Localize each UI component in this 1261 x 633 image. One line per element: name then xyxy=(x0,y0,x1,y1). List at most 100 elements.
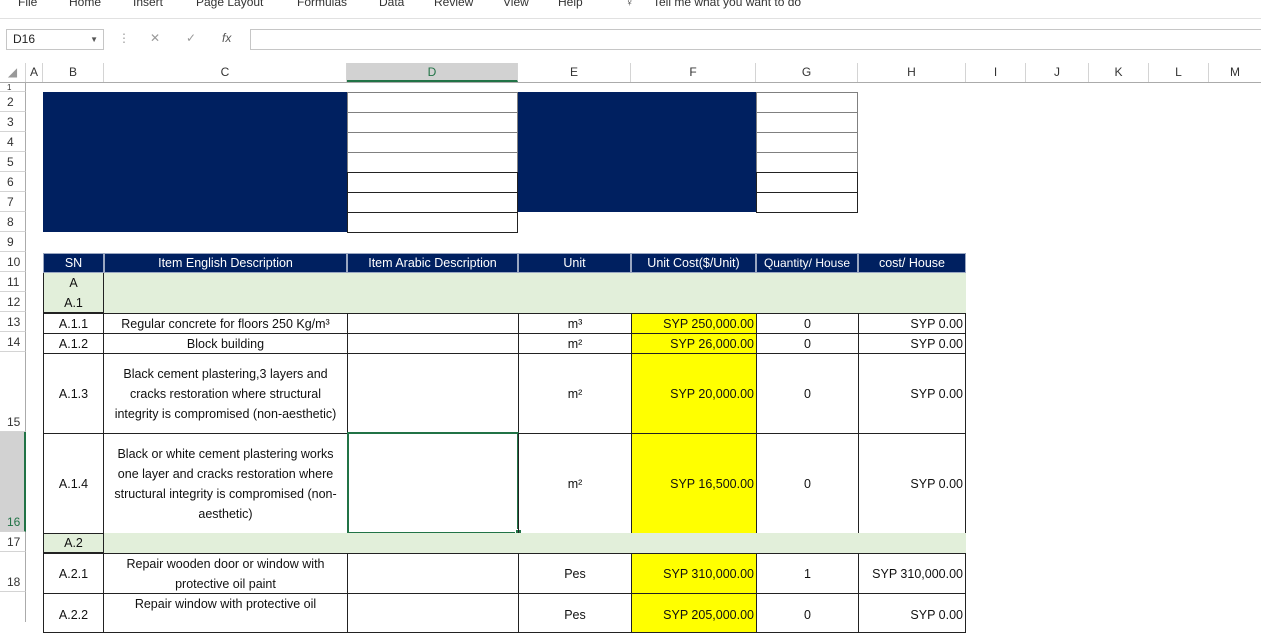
header-box-d6[interactable] xyxy=(347,172,518,193)
col-header-a[interactable]: A xyxy=(26,63,43,82)
table-row-a13-unit[interactable]: m² xyxy=(518,353,632,434)
table-row-a11-cost[interactable]: SYP 250,000.00 xyxy=(631,313,757,334)
select-all-corner[interactable]: ◢ xyxy=(0,63,26,82)
col-header-b[interactable]: B xyxy=(43,63,104,82)
row-header-12[interactable]: 12 xyxy=(0,292,26,312)
row-header-3[interactable]: 3 xyxy=(0,112,26,132)
table-row-a14-cost[interactable]: SYP 16,500.00 xyxy=(631,433,757,534)
table-row-a13-sn[interactable]: A.1.3 xyxy=(43,353,104,434)
table-row-a21-total[interactable]: SYP 310,000.00 xyxy=(858,553,966,594)
section-a1-band[interactable] xyxy=(104,293,966,313)
header-box-d3[interactable] xyxy=(347,112,518,133)
row-header-8[interactable]: 8 xyxy=(0,212,26,232)
col-header-i[interactable]: I xyxy=(966,63,1026,82)
header-block-left-navy[interactable] xyxy=(43,92,347,232)
cancel-icon[interactable]: ✕ xyxy=(150,31,160,45)
row-header-16[interactable]: 16 xyxy=(0,432,26,532)
tab-page-layout[interactable]: Page Layout xyxy=(196,0,263,9)
row-header-19[interactable] xyxy=(0,592,26,622)
table-row-a14-unit[interactable]: m² xyxy=(518,433,632,534)
col-header-j[interactable]: J xyxy=(1026,63,1089,82)
col-header-d[interactable]: D xyxy=(347,63,518,82)
table-row-a12-total[interactable]: SYP 0.00 xyxy=(858,333,966,354)
table-row-a11-qty[interactable]: 0 xyxy=(756,313,859,334)
row-header-4[interactable]: 4 xyxy=(0,132,26,152)
col-header-e[interactable]: E xyxy=(518,63,631,82)
tab-file[interactable]: File xyxy=(18,0,37,9)
col-header-l[interactable]: L xyxy=(1149,63,1209,82)
tab-view[interactable]: View xyxy=(503,0,529,9)
header-box-g7[interactable] xyxy=(756,192,858,213)
table-row-a22-desc[interactable]: Repair window with protective oil xyxy=(103,593,348,633)
row-header-6[interactable]: 6 xyxy=(0,172,26,192)
table-row-a12-desc[interactable]: Block building xyxy=(103,333,348,354)
table-row-a13-total[interactable]: SYP 0.00 xyxy=(858,353,966,434)
name-box[interactable]: D16 ▼ xyxy=(6,29,104,50)
col-header-k[interactable]: K xyxy=(1089,63,1149,82)
col-header-g[interactable]: G xyxy=(756,63,858,82)
table-row-a12-unit[interactable]: m² xyxy=(518,333,632,354)
table-row-a21-qty[interactable]: 1 xyxy=(756,553,859,594)
row-header-15[interactable]: 15 xyxy=(0,352,26,432)
table-row-a13-qty[interactable]: 0 xyxy=(756,353,859,434)
header-box-d5[interactable] xyxy=(347,152,518,173)
row-header-13[interactable]: 13 xyxy=(0,312,26,332)
header-box-d7[interactable] xyxy=(347,192,518,213)
row-header-17[interactable]: 17 xyxy=(0,532,26,552)
section-a-band[interactable] xyxy=(104,273,966,293)
table-row-a21-cost[interactable]: SYP 310,000.00 xyxy=(631,553,757,594)
header-block-right-navy[interactable] xyxy=(518,92,756,212)
table-row-a21-desc[interactable]: Repair wooden door or window with protec… xyxy=(103,553,348,594)
row-header-10[interactable]: 10 xyxy=(0,252,26,272)
header-box-g5[interactable] xyxy=(756,152,858,173)
section-a2-band[interactable] xyxy=(104,533,966,553)
tab-data[interactable]: Data xyxy=(379,0,404,9)
table-row-a22-arabic[interactable] xyxy=(347,593,519,633)
table-row-a13-desc[interactable]: Black cement plastering,3 layers and cra… xyxy=(103,353,348,434)
row-header-14[interactable]: 14 xyxy=(0,332,26,352)
header-box-g4[interactable] xyxy=(756,132,858,153)
formula-input[interactable] xyxy=(250,29,1261,50)
tab-insert[interactable]: Insert xyxy=(133,0,163,9)
header-box-d2[interactable] xyxy=(347,92,518,113)
tab-home[interactable]: Home xyxy=(69,0,101,9)
table-row-a12-sn[interactable]: A.1.2 xyxy=(43,333,104,354)
header-box-g6[interactable] xyxy=(756,172,858,193)
table-row-a13-cost[interactable]: SYP 20,000.00 xyxy=(631,353,757,434)
table-row-a11-unit[interactable]: m³ xyxy=(518,313,632,334)
col-header-h[interactable]: H xyxy=(858,63,966,82)
row-header-1[interactable]: 1 xyxy=(0,83,26,92)
header-box-d4[interactable] xyxy=(347,132,518,153)
tab-review[interactable]: Review xyxy=(434,0,473,9)
table-row-a14-desc[interactable]: Black or white cement plastering works o… xyxy=(103,433,348,534)
row-header-9[interactable]: 9 xyxy=(0,232,26,252)
row-header-11[interactable]: 11 xyxy=(0,272,26,292)
table-row-a14-sn[interactable]: A.1.4 xyxy=(43,433,104,534)
tab-help[interactable]: Help xyxy=(558,0,583,9)
header-box-g2[interactable] xyxy=(756,92,858,113)
row-header-5[interactable]: 5 xyxy=(0,152,26,172)
table-row-a14-total[interactable]: SYP 0.00 xyxy=(858,433,966,534)
table-row-a22-total[interactable]: SYP 0.00 xyxy=(858,593,966,633)
table-row-a21-sn[interactable]: A.2.1 xyxy=(43,553,104,594)
table-row-a22-sn[interactable]: A.2.2 xyxy=(43,593,104,633)
table-row-a11-sn[interactable]: A.1.1 xyxy=(43,313,104,334)
enter-icon[interactable]: ✓ xyxy=(186,31,196,45)
header-box-d8[interactable] xyxy=(347,212,518,233)
section-a1-sn[interactable]: A.1 xyxy=(43,293,104,313)
tab-formulas[interactable]: Formulas xyxy=(297,0,347,9)
table-row-a11-desc[interactable]: Regular concrete for floors 250 Kg/m³ xyxy=(103,313,348,334)
table-row-a12-arabic[interactable] xyxy=(347,333,519,354)
row-header-2[interactable]: 2 xyxy=(0,92,26,112)
tell-me-search[interactable]: Tell me what you want to do xyxy=(653,0,801,9)
table-row-a22-qty[interactable]: 0 xyxy=(756,593,859,633)
table-row-a21-arabic[interactable] xyxy=(347,553,519,594)
table-row-a11-total[interactable]: SYP 0.00 xyxy=(858,313,966,334)
table-row-a14-qty[interactable]: 0 xyxy=(756,433,859,534)
table-row-a11-arabic[interactable] xyxy=(347,313,519,334)
table-row-a22-unit[interactable]: Pes xyxy=(518,593,632,633)
section-a-sn[interactable]: A xyxy=(43,273,104,293)
insert-function-icon[interactable]: fx xyxy=(222,31,231,45)
table-row-a12-qty[interactable]: 0 xyxy=(756,333,859,354)
row-header-7[interactable]: 7 xyxy=(0,192,26,212)
